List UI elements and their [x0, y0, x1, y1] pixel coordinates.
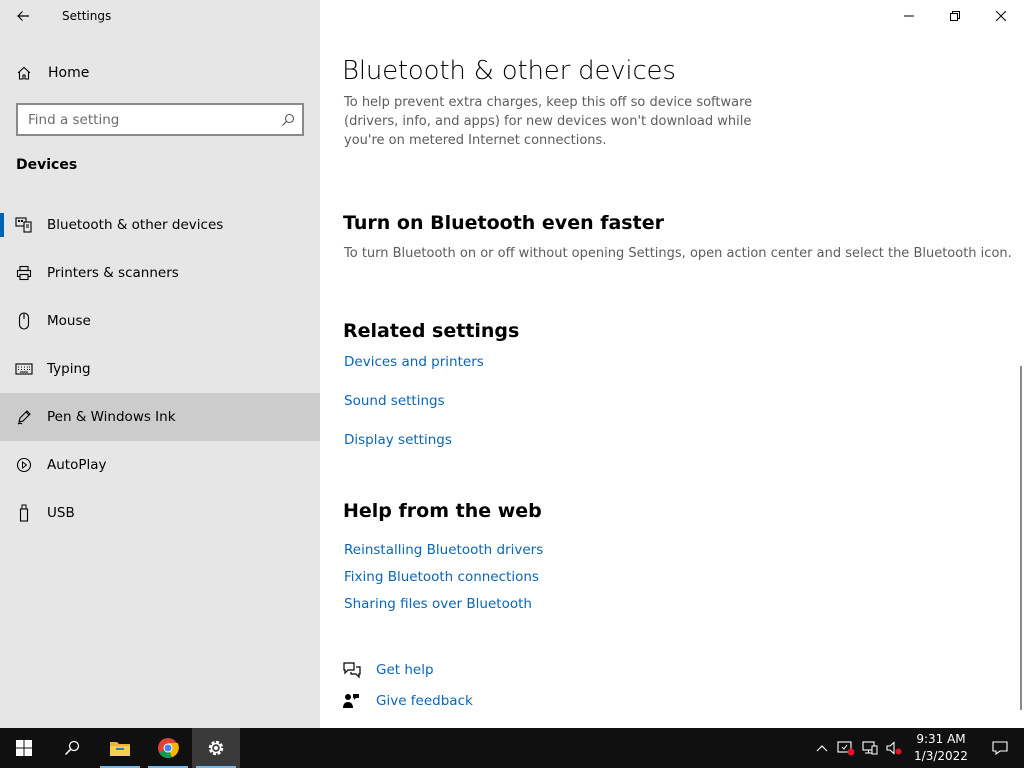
sidebar-item-label: Typing [47, 361, 91, 377]
fixing-connections-link[interactable]: Fixing Bluetooth connections [344, 569, 539, 585]
devices-and-printers-link[interactable]: Devices and printers [344, 354, 484, 370]
sidebar: Settings Home Find a setting Devices Blu… [0, 0, 320, 728]
home-icon [0, 65, 48, 81]
section-title: Devices [16, 157, 78, 173]
settings-taskbar-button[interactable] [192, 728, 240, 768]
get-help-icon [342, 661, 374, 679]
sound-settings-link[interactable]: Sound settings [344, 393, 445, 409]
printer-icon [0, 265, 47, 281]
autoplay-icon [0, 457, 47, 473]
help-from-web-heading: Help from the web [343, 500, 542, 522]
minimize-icon [904, 15, 914, 17]
close-button[interactable] [978, 0, 1024, 32]
chrome-icon [158, 738, 179, 759]
faster-heading: Turn on Bluetooth even faster [343, 212, 664, 234]
sharing-files-link[interactable]: Sharing files over Bluetooth [344, 596, 532, 612]
page-title: Bluetooth & other devices [342, 56, 676, 86]
volume-muted-icon [886, 741, 902, 755]
close-icon [996, 11, 1006, 21]
show-hidden-icons-button[interactable] [810, 728, 834, 768]
restore-button[interactable] [932, 0, 978, 32]
title-bar: Settings [0, 0, 320, 32]
action-center-button[interactable] [976, 728, 1024, 768]
search-icon [274, 113, 302, 127]
display-settings-link[interactable]: Display settings [344, 432, 452, 448]
restore-icon [950, 11, 960, 21]
start-button[interactable] [0, 728, 48, 768]
sidebar-item-label: Printers & scanners [47, 265, 179, 281]
back-arrow-icon [17, 11, 29, 21]
sidebar-nav: Bluetooth & other devices Printers & sca… [0, 201, 320, 537]
settings-icon [208, 740, 224, 756]
usb-icon [0, 504, 47, 522]
sidebar-item-label: USB [47, 505, 75, 521]
reinstalling-drivers-link[interactable]: Reinstalling Bluetooth drivers [344, 542, 543, 558]
sidebar-item-label: Pen & Windows Ink [47, 409, 176, 425]
minimize-button[interactable] [886, 0, 932, 32]
sidebar-item-label: Bluetooth & other devices [47, 217, 224, 233]
security-alert-icon [837, 741, 855, 756]
feedback-icon [342, 692, 374, 710]
sidebar-item-printers[interactable]: Printers & scanners [0, 249, 320, 297]
chrome-button[interactable] [144, 728, 192, 768]
active-indicator [0, 213, 4, 237]
keyboard-icon [0, 363, 47, 375]
home-label: Home [48, 65, 90, 81]
pen-icon [0, 409, 47, 425]
clock-time: 9:31 AM [916, 732, 966, 746]
system-tray: 9:31 AM 1/3/2022 [810, 728, 1024, 768]
mouse-icon [0, 312, 47, 330]
file-explorer-button[interactable] [96, 728, 144, 768]
file-explorer-icon [110, 742, 130, 756]
search-icon [64, 740, 80, 756]
clock-date: 1/3/2022 [914, 749, 968, 763]
home-nav[interactable]: Home [0, 54, 320, 92]
taskbar: 9:31 AM 1/3/2022 [0, 728, 1024, 768]
sidebar-item-autoplay[interactable]: AutoPlay [0, 441, 320, 489]
give-feedback-row[interactable]: Give feedback [342, 692, 473, 710]
network-icon [862, 741, 878, 755]
metered-description: To help prevent extra charges, keep this… [344, 95, 753, 148]
sidebar-item-pen[interactable]: Pen & Windows Ink [0, 393, 320, 441]
scrollbar[interactable] [1020, 366, 1022, 710]
get-help-row[interactable]: Get help [342, 661, 434, 679]
taskbar-search-button[interactable] [48, 728, 96, 768]
search-placeholder: Find a setting [28, 111, 120, 128]
clock[interactable]: 9:31 AM 1/3/2022 [906, 731, 976, 765]
security-tray-button[interactable] [834, 728, 858, 768]
volume-tray-button[interactable] [882, 728, 906, 768]
chevron-up-icon [816, 745, 828, 752]
window-controls [886, 0, 1024, 32]
sidebar-item-typing[interactable]: Typing [0, 345, 320, 393]
start-icon [16, 740, 32, 756]
bluetooth-devices-icon [0, 217, 47, 233]
notification-icon [992, 741, 1008, 756]
related-settings-heading: Related settings [343, 320, 520, 342]
sidebar-item-bluetooth[interactable]: Bluetooth & other devices [0, 201, 320, 249]
sidebar-item-label: AutoPlay [47, 457, 107, 473]
give-feedback-link[interactable]: Give feedback [376, 693, 473, 709]
main-content: Bluetooth & other devices To help preven… [320, 0, 1024, 728]
back-button[interactable] [0, 0, 46, 32]
sidebar-item-mouse[interactable]: Mouse [0, 297, 320, 345]
faster-text: To turn Bluetooth on or off without open… [344, 246, 1012, 261]
get-help-link[interactable]: Get help [376, 662, 434, 678]
app-title: Settings [62, 9, 112, 23]
network-tray-button[interactable] [858, 728, 882, 768]
sidebar-item-usb[interactable]: USB [0, 489, 320, 537]
sidebar-item-label: Mouse [47, 313, 91, 329]
search-input[interactable]: Find a setting [16, 103, 304, 136]
